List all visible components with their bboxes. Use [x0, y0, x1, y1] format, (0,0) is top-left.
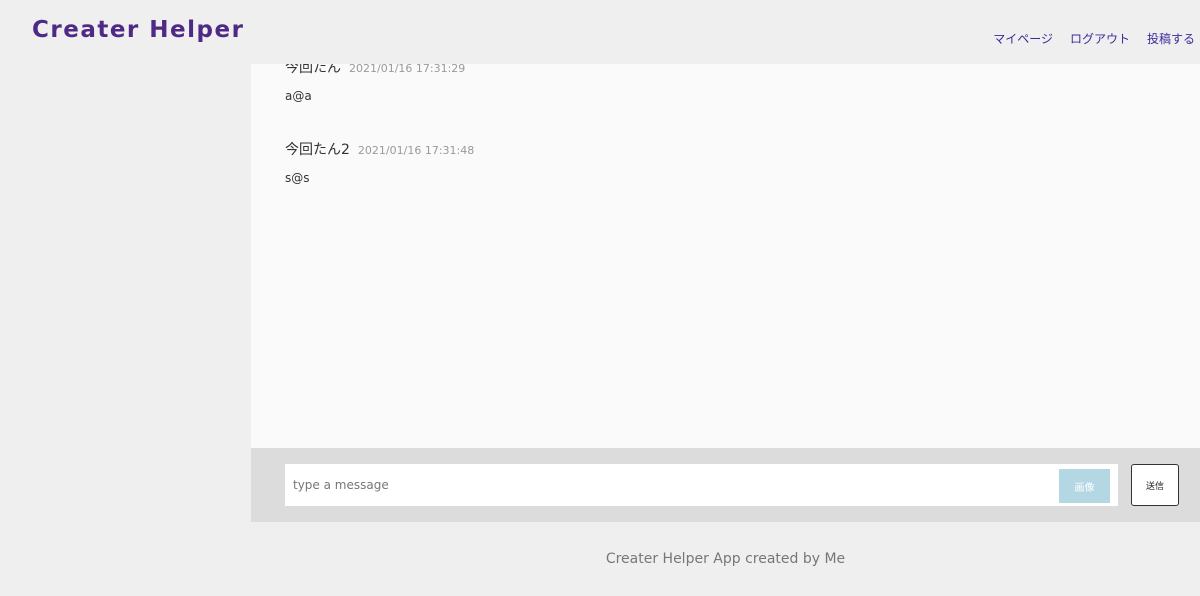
message-header: 今回たん2 2021/01/16 17:31:48	[285, 139, 474, 159]
message-input[interactable]	[285, 464, 1055, 506]
message-timestamp: 2021/01/16 17:31:48	[357, 144, 475, 157]
top-nav: マイページ ログアウト 投稿する	[993, 30, 1195, 47]
message-timestamp: 2021/01/16 17:31:29	[349, 64, 466, 75]
nav-mypage-link[interactable]: マイページ	[993, 30, 1053, 47]
nav-post-link[interactable]: 投稿する	[1147, 30, 1195, 47]
message-item: 今回たん2 2021/01/16 17:31:48 s@s	[285, 139, 474, 185]
app-logo[interactable]: Creater Helper	[32, 17, 244, 43]
message-user-name: 今回たん	[285, 64, 341, 76]
message-item: 今回たん 2021/01/16 17:31:29 a@a	[285, 64, 465, 103]
image-upload-button[interactable]: 画像	[1059, 469, 1110, 503]
message-header: 今回たん 2021/01/16 17:31:29	[285, 64, 465, 77]
message-user-name: 今回たん2	[285, 142, 350, 158]
message-body: a@a	[285, 89, 312, 103]
message-input-wrapper: 画像	[285, 464, 1118, 506]
nav-logout-link[interactable]: ログアウト	[1070, 30, 1130, 47]
footer-text: Creater Helper App created by Me	[605, 551, 846, 567]
chat-messages-area[interactable]: 今回たん 2021/01/16 17:31:29 a@a 今回たん2 2021/…	[251, 64, 1200, 448]
header: Creater Helper マイページ ログアウト 投稿する	[0, 0, 1200, 64]
send-button[interactable]: 送信	[1131, 464, 1179, 506]
message-form: 画像 送信	[251, 448, 1200, 522]
message-body: s@s	[285, 171, 310, 185]
